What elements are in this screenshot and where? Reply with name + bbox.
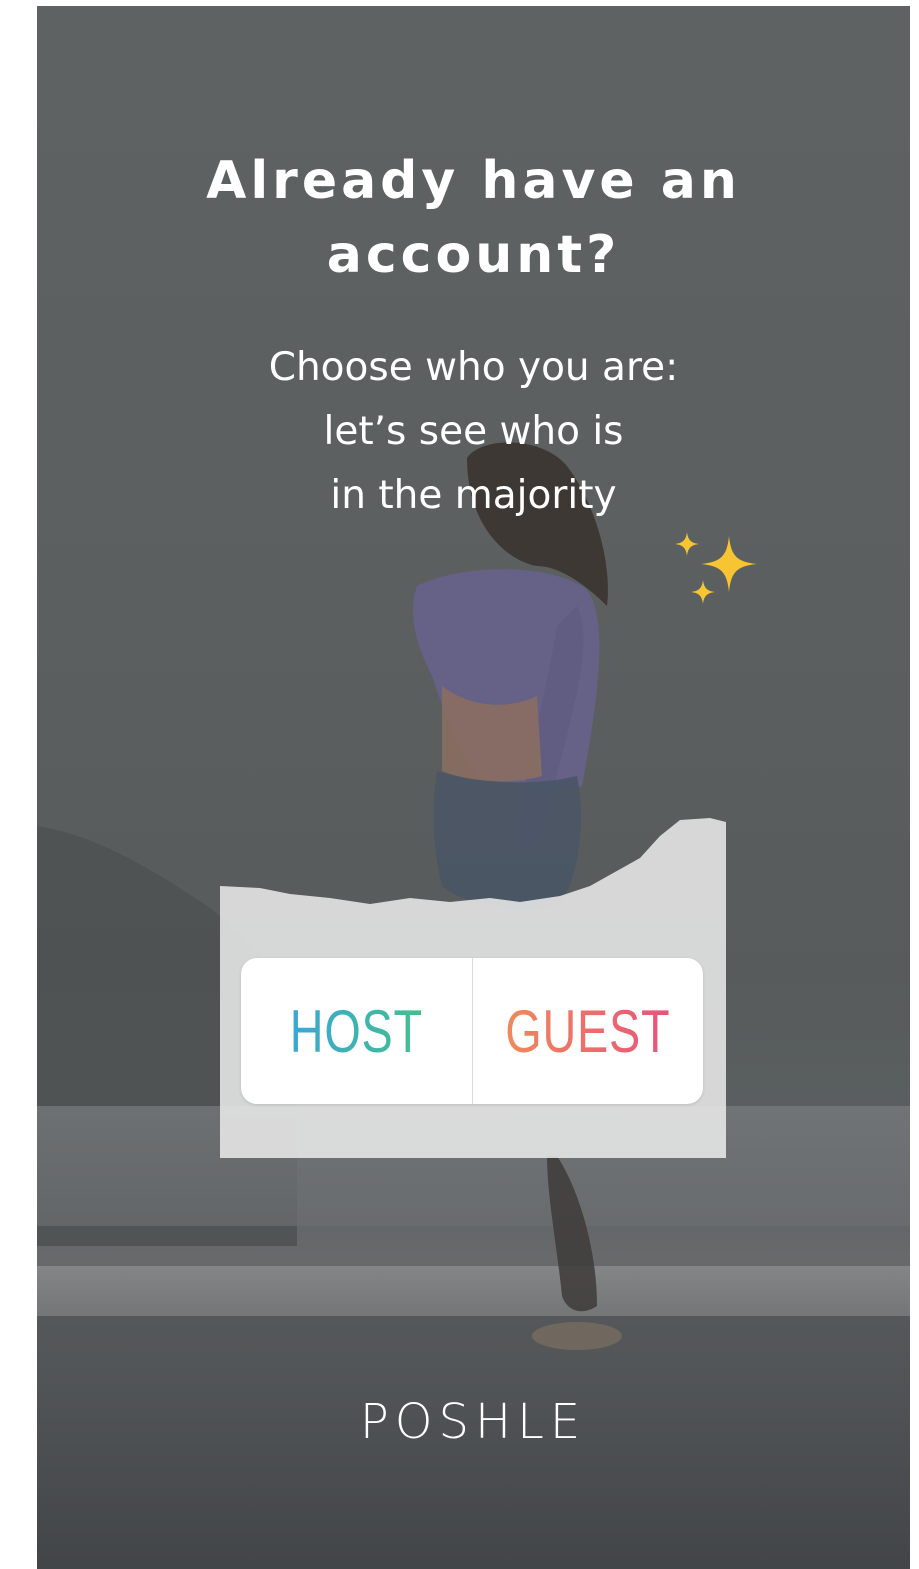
subtitle-line-3: in the majority (330, 473, 617, 518)
brand-logo: POSHLE (359, 1394, 587, 1450)
poll-option-host[interactable]: HOST (241, 958, 472, 1104)
sparkles-icon (675, 532, 757, 604)
poll-sticker: HOST GUEST (241, 958, 703, 1104)
subtitle: Choose who you are: let’s see who is in … (137, 336, 810, 528)
headline: Already have an account? (97, 144, 850, 292)
headline-line-1: Already have an (206, 151, 741, 211)
subtitle-line-1: Choose who you are: (268, 345, 679, 390)
poll-option-guest-label: GUEST (505, 997, 671, 1065)
story-screen: Already have an account? Choose who you … (37, 6, 910, 1569)
poll-option-guest[interactable]: GUEST (473, 958, 704, 1104)
poll-option-host-label: HOST (289, 997, 423, 1065)
subtitle-line-2: let’s see who is (323, 409, 624, 454)
headline-line-2: account? (326, 225, 621, 285)
